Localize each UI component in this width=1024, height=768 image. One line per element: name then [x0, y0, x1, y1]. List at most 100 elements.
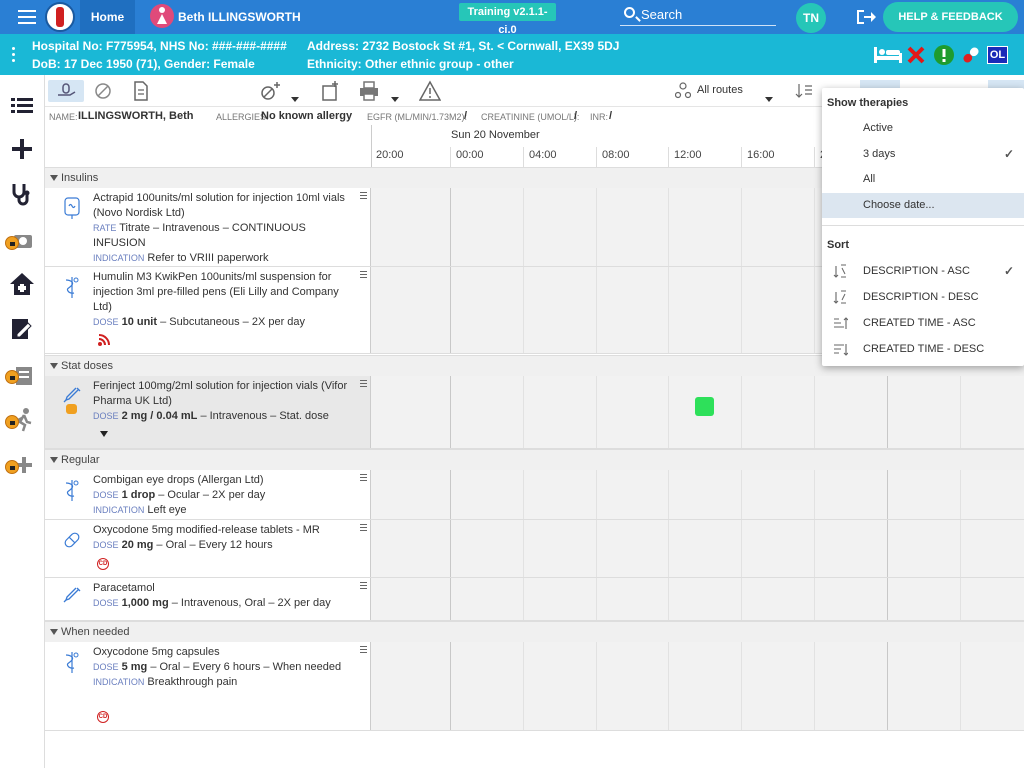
add-icon[interactable] [8, 136, 36, 162]
medication-route: – Oral – Every 6 hours – When needed [147, 661, 342, 673]
allergies-value: No known allergy [261, 110, 353, 122]
show-therapies-header: Show therapies [827, 97, 909, 109]
more-options-icon[interactable] [12, 47, 16, 65]
home-button[interactable]: Home [80, 0, 135, 34]
expand-chevron-icon[interactable] [99, 430, 109, 438]
training-version-badge: Training v2.1.1-ci.0 [459, 3, 556, 36]
administered-dose-marker[interactable] [695, 397, 714, 416]
section-label: When needed [61, 626, 130, 638]
close-red-icon[interactable] [907, 46, 925, 64]
user-avatar[interactable]: TN [796, 3, 826, 33]
section-label: Stat doses [61, 360, 113, 372]
search-label: Search [641, 7, 683, 22]
row-menu-icon[interactable] [360, 646, 367, 655]
dose-caption: DOSE [93, 598, 119, 608]
patient-info-bar: NAME: ILLINGSWORTH, Beth ALLERGIES: No k… [45, 108, 825, 125]
lock-icon [5, 460, 19, 474]
controlled-drug-badge: CD [97, 558, 109, 570]
timeline-tick: 12:00 [668, 147, 702, 167]
alert-icon[interactable] [933, 44, 955, 66]
sort-header: Sort [827, 239, 849, 251]
bed-icon[interactable] [873, 45, 903, 65]
caduceus-icon [65, 652, 79, 673]
option-label: DESCRIPTION - ASC [863, 265, 970, 277]
hamburger-menu-icon[interactable] [18, 10, 36, 24]
list-icon[interactable] [8, 93, 36, 119]
chevron-down-icon [50, 363, 58, 369]
check-icon: ✓ [1003, 264, 1014, 278]
sort-icon[interactable] [795, 80, 813, 102]
top-bar: Home Beth ILLINGSWORTH Training v2.1.1-c… [0, 0, 1024, 36]
choose-date-option[interactable]: Choose date... [822, 193, 1024, 218]
egfr-caption: EGFR (ML/MIN/1.73M2): [367, 112, 468, 122]
rate-caption: RATE [93, 223, 117, 233]
medication-row[interactable]: Oxycodone 5mg capsules DOSE 5 mg – Oral … [45, 642, 1024, 731]
timeline-grid [371, 520, 1024, 577]
medication-dose: 10 unit [121, 316, 158, 328]
option-label: 3 days [863, 148, 896, 160]
row-menu-icon[interactable] [360, 474, 367, 483]
logout-icon[interactable] [855, 8, 877, 26]
sort-created-desc-option[interactable]: CREATED TIME - DESC [822, 337, 1024, 362]
administration-view-button[interactable] [48, 80, 84, 102]
medication-row[interactable]: Combigan eye drops (Allergan Ltd) DOSE 1… [45, 470, 1024, 520]
pill-icon[interactable] [960, 44, 982, 66]
show-active-option[interactable]: Active [822, 116, 1024, 141]
routes-filter[interactable]: All routes [697, 84, 743, 106]
show-all-option[interactable]: All [822, 167, 1024, 192]
section-when-needed[interactable]: When needed [45, 621, 1024, 642]
dose-caption: DOSE [93, 662, 119, 672]
document-icon[interactable] [133, 80, 149, 102]
wifi-signal-icon [98, 334, 110, 346]
medication-name: Combigan eye drops (Allergan Ltd) [93, 474, 264, 486]
medication-rate: Titrate – Intravenous – CONTINUOUS INFUS… [93, 222, 306, 249]
timeline-grid [371, 376, 1024, 448]
therapy-options-dropdown: Show therapies Active 3 days ✓ All Choose… [822, 88, 1024, 366]
app-logo[interactable] [45, 2, 75, 32]
egfr-value: / [464, 110, 468, 122]
indication-caption: INDICATION [93, 505, 145, 515]
chevron-down-icon [50, 457, 58, 463]
medication-details: Paracetamol DOSE 1,000 mg – Intravenous,… [93, 581, 353, 611]
search-button[interactable]: Search [620, 4, 776, 26]
timeline-tick: 16:00 [741, 147, 775, 167]
help-feedback-button[interactable]: HELP & FEEDBACK [883, 2, 1018, 32]
row-menu-icon[interactable] [360, 524, 367, 533]
row-menu-icon[interactable] [360, 271, 367, 280]
medication-name: Actrapid 100units/ml solution for inject… [93, 192, 345, 219]
female-patient-icon [150, 4, 174, 28]
edit-document-icon[interactable] [8, 316, 36, 342]
dose-caption: DOSE [93, 540, 119, 550]
add-document-icon[interactable] [320, 80, 340, 102]
row-menu-icon[interactable] [360, 192, 367, 201]
patient-name[interactable]: Beth ILLINGSWORTH [178, 10, 301, 24]
ol-badge[interactable]: OL [987, 46, 1008, 64]
pill-outline-icon[interactable] [93, 80, 113, 102]
stethoscope-icon[interactable] [8, 181, 36, 207]
show-3days-option[interactable]: 3 days ✓ [822, 142, 1024, 167]
medication-row[interactable]: Oxycodone 5mg modified-release tablets -… [45, 520, 1024, 578]
routes-icon[interactable] [675, 80, 691, 102]
add-medication-icon[interactable] [260, 80, 282, 102]
sort-description-asc-option[interactable]: DESCRIPTION - ASC ✓ [822, 259, 1024, 284]
print-icon[interactable] [358, 80, 380, 102]
medication-route: – Intravenous – Stat. dose [197, 410, 329, 422]
option-label: All [863, 173, 876, 185]
dose-caption: DOSE [93, 411, 119, 421]
home-health-icon[interactable] [8, 271, 36, 297]
medication-route: – Subcutaneous – 2X per day [157, 316, 306, 328]
sort-time-descending-icon [834, 344, 848, 356]
sort-description-desc-option[interactable]: DESCRIPTION - DESC [822, 285, 1024, 310]
medication-dose: 5 mg [121, 661, 148, 673]
medication-row[interactable]: Ferinject 100mg/2ml solution for injecti… [45, 376, 1024, 449]
row-menu-icon[interactable] [360, 582, 367, 591]
chevron-down-icon [50, 629, 58, 635]
indication-caption: INDICATION [93, 253, 145, 263]
sort-created-asc-option[interactable]: CREATED TIME - ASC [822, 311, 1024, 336]
medication-row[interactable]: Paracetamol DOSE 1,000 mg – Intravenous,… [45, 578, 1024, 621]
section-regular[interactable]: Regular [45, 449, 1024, 470]
medication-route: – Oral – Every 12 hours [153, 539, 273, 551]
warning-icon[interactable] [419, 80, 441, 102]
medication-name: Ferinject 100mg/2ml solution for injecti… [93, 380, 348, 407]
row-menu-icon[interactable] [360, 380, 367, 389]
